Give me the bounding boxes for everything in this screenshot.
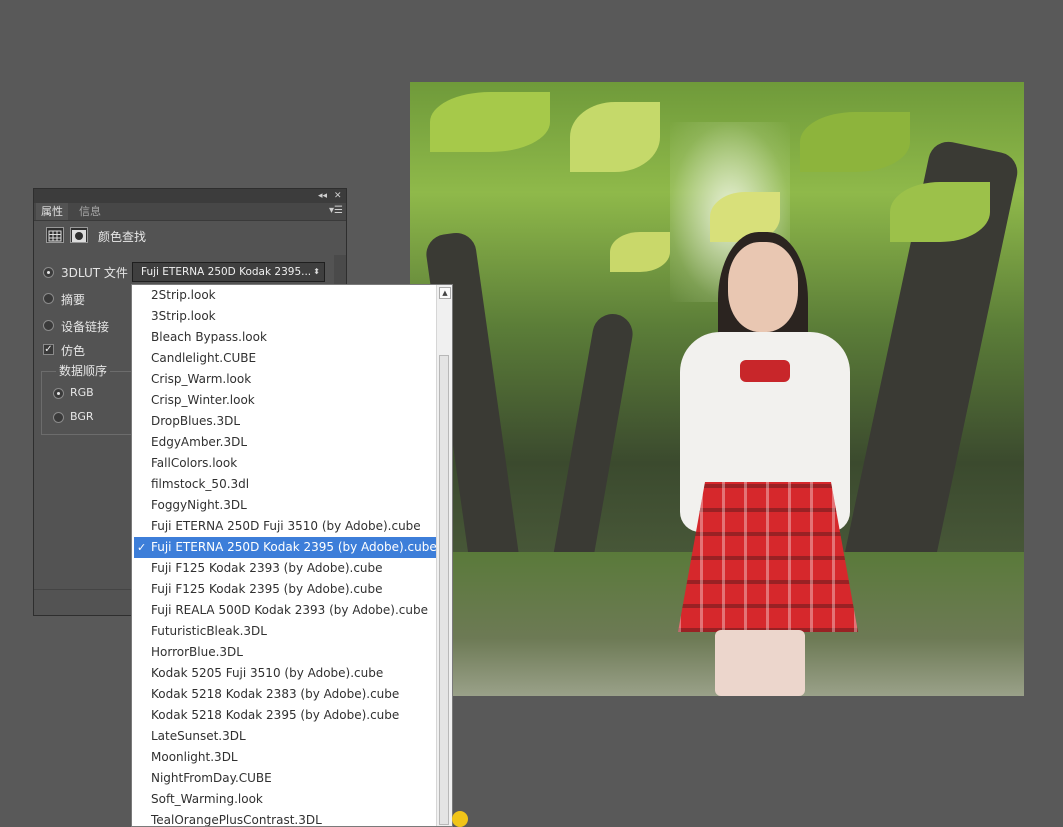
- label-abstract: 摘要: [61, 293, 86, 307]
- dropdown-option[interactable]: LateSunset.3DL: [132, 726, 438, 747]
- panel-tab-bar: 属性 信息 ▾☰: [34, 203, 346, 221]
- dropdown-scroll-thumb[interactable]: [439, 355, 449, 825]
- label-3dlut-file: 3DLUT 文件: [61, 266, 128, 280]
- lut-file-select[interactable]: Fuji ETERNA 250D Kodak 2395... ⬍: [132, 262, 325, 282]
- dropdown-option-label: Kodak 5218 Kodak 2383 (by Adobe).cube: [151, 687, 400, 701]
- checkmark-icon: ✓: [137, 541, 147, 554]
- panel-menu-icon[interactable]: ▾☰: [329, 205, 343, 216]
- dropdown-scrollbar[interactable]: ▲: [436, 285, 452, 826]
- panel-titlebar[interactable]: ◂◂ ✕: [34, 189, 346, 203]
- label-device-link: 设备链接: [61, 320, 110, 334]
- dropdown-option[interactable]: Kodak 5218 Kodak 2395 (by Adobe).cube: [132, 705, 438, 726]
- photo-girl-face: [728, 242, 798, 332]
- dropdown-option-label: Bleach Bypass.look: [151, 330, 267, 344]
- label-dither: 仿色: [61, 344, 86, 358]
- dropdown-option[interactable]: Fuji F125 Kodak 2395 (by Adobe).cube: [132, 579, 438, 600]
- tab-info[interactable]: 信息: [74, 203, 106, 220]
- dropdown-option-label: Fuji F125 Kodak 2393 (by Adobe).cube: [151, 561, 383, 575]
- photoshop-workspace: ◂◂ ✕ 属性 信息 ▾☰ 颜色查找 3DLUT 文件 Fuji ETERNA …: [0, 0, 1063, 827]
- dropdown-option-label: FoggyNight.3DL: [151, 498, 247, 512]
- dropdown-option-label: NightFromDay.CUBE: [151, 771, 272, 785]
- close-icon[interactable]: ✕: [334, 189, 342, 203]
- dropdown-option-label: Candlelight.CUBE: [151, 351, 257, 365]
- dropdown-option[interactable]: Candlelight.CUBE: [132, 348, 438, 369]
- dropdown-option[interactable]: NightFromDay.CUBE: [132, 768, 438, 789]
- dropdown-option[interactable]: FoggyNight.3DL: [132, 495, 438, 516]
- dropdown-option[interactable]: Kodak 5205 Fuji 3510 (by Adobe).cube: [132, 663, 438, 684]
- photo-leaf: [610, 232, 670, 272]
- table-grid-icon[interactable]: [46, 227, 64, 243]
- photo-leaf: [890, 182, 990, 242]
- dropdown-option[interactable]: Fuji F125 Kodak 2393 (by Adobe).cube: [132, 558, 438, 579]
- dropdown-option[interactable]: Fuji REALA 500D Kodak 2393 (by Adobe).cu…: [132, 600, 438, 621]
- select-updown-icon: ⬍: [313, 267, 320, 276]
- dropdown-option[interactable]: FallColors.look: [132, 453, 438, 474]
- radio-3dlut-file[interactable]: [43, 267, 54, 278]
- dropdown-option-label: Fuji ETERNA 250D Kodak 2395 (by Adobe).c…: [151, 540, 437, 554]
- radio-device-link[interactable]: [43, 320, 54, 331]
- dropdown-option-label: Crisp_Winter.look: [151, 393, 255, 407]
- dropdown-option[interactable]: Crisp_Warm.look: [132, 369, 438, 390]
- dropdown-option[interactable]: FuturisticBleak.3DL: [132, 621, 438, 642]
- dropdown-option[interactable]: filmstock_50.3dl: [132, 474, 438, 495]
- dropdown-option[interactable]: Soft_Warming.look: [132, 789, 438, 810]
- dropdown-option[interactable]: TealOrangePlusContrast.3DL: [132, 810, 438, 827]
- photo-girl-legs: [715, 630, 805, 696]
- dropdown-option[interactable]: Kodak 5218 Kodak 2383 (by Adobe).cube: [132, 684, 438, 705]
- tab-properties[interactable]: 属性: [36, 203, 68, 220]
- photo-leaf: [570, 102, 660, 172]
- dropdown-option[interactable]: 2Strip.look: [132, 285, 438, 306]
- dropdown-option-label: Soft_Warming.look: [151, 792, 263, 806]
- dropdown-option[interactable]: Crisp_Winter.look: [132, 390, 438, 411]
- layer-mask-icon[interactable]: [70, 227, 88, 243]
- dropdown-option-label: LateSunset.3DL: [151, 729, 246, 743]
- dropdown-option-label: FallColors.look: [151, 456, 238, 470]
- data-order-legend: 数据顺序: [56, 362, 111, 379]
- dropdown-option-label: Kodak 5205 Fuji 3510 (by Adobe).cube: [151, 666, 384, 680]
- dropdown-option[interactable]: EdgyAmber.3DL: [132, 432, 438, 453]
- collapse-icon[interactable]: ◂◂: [318, 189, 327, 203]
- dropdown-option-label: DropBlues.3DL: [151, 414, 241, 428]
- dropdown-option-label: 3Strip.look: [151, 309, 216, 323]
- dropdown-option-label: Crisp_Warm.look: [151, 372, 252, 386]
- dropdown-option[interactable]: DropBlues.3DL: [132, 411, 438, 432]
- dropdown-option-label: FuturisticBleak.3DL: [151, 624, 267, 638]
- radio-abstract[interactable]: [43, 293, 54, 304]
- label-rgb: RGB: [70, 386, 94, 399]
- dither-checkbox[interactable]: ✓: [43, 344, 54, 355]
- radio-bgr[interactable]: [53, 412, 64, 423]
- photo-girl-bow: [740, 360, 790, 382]
- dropdown-option-label: Fuji F125 Kodak 2395 (by Adobe).cube: [151, 582, 383, 596]
- dropdown-option-label: Kodak 5218 Kodak 2395 (by Adobe).cube: [151, 708, 400, 722]
- lut-dropdown-list: TealOrangePlusContrast.3DL Soft_Warming.l…: [131, 284, 453, 827]
- dropdown-option-label: filmstock_50.3dl: [151, 477, 250, 491]
- dropdown-option[interactable]: Moonlight.3DL: [132, 747, 438, 768]
- radio-rgb[interactable]: [53, 388, 64, 399]
- dropdown-option[interactable]: Fuji ETERNA 250D Fuji 3510 (by Adobe).cu…: [132, 516, 438, 537]
- dropdown-option-label: Fuji ETERNA 250D Fuji 3510 (by Adobe).cu…: [151, 519, 421, 533]
- dropdown-option[interactable]: Bleach Bypass.look: [132, 327, 438, 348]
- scroll-up-icon[interactable]: ▲: [439, 287, 451, 299]
- document-photo[interactable]: [410, 82, 1024, 696]
- dropdown-option-label: EdgyAmber.3DL: [151, 435, 248, 449]
- dropdown-option-label: Moonlight.3DL: [151, 750, 238, 764]
- dropdown-option[interactable]: ✓ Fuji ETERNA 250D Kodak 2395 (by Adobe).…: [134, 537, 437, 558]
- dropdown-option-label: TealOrangePlusContrast.3DL: [151, 813, 322, 827]
- dropdown-option-label: HorrorBlue.3DL: [151, 645, 243, 659]
- cursor-highlight: [452, 811, 468, 827]
- photo-leaf: [800, 112, 910, 172]
- adjustment-title: 颜色查找: [98, 230, 147, 244]
- dropdown-option-label: 2Strip.look: [151, 288, 216, 302]
- dropdown-option[interactable]: HorrorBlue.3DL: [132, 642, 438, 663]
- photo-leaf: [430, 92, 550, 152]
- dropdown-option[interactable]: 3Strip.look: [132, 306, 438, 327]
- label-bgr: BGR: [70, 410, 94, 423]
- dropdown-option-label: Fuji REALA 500D Kodak 2393 (by Adobe).cu…: [151, 603, 428, 617]
- lut-select-value: Fuji ETERNA 250D Kodak 2395...: [141, 266, 312, 278]
- photo-girl-skirt: [678, 482, 858, 632]
